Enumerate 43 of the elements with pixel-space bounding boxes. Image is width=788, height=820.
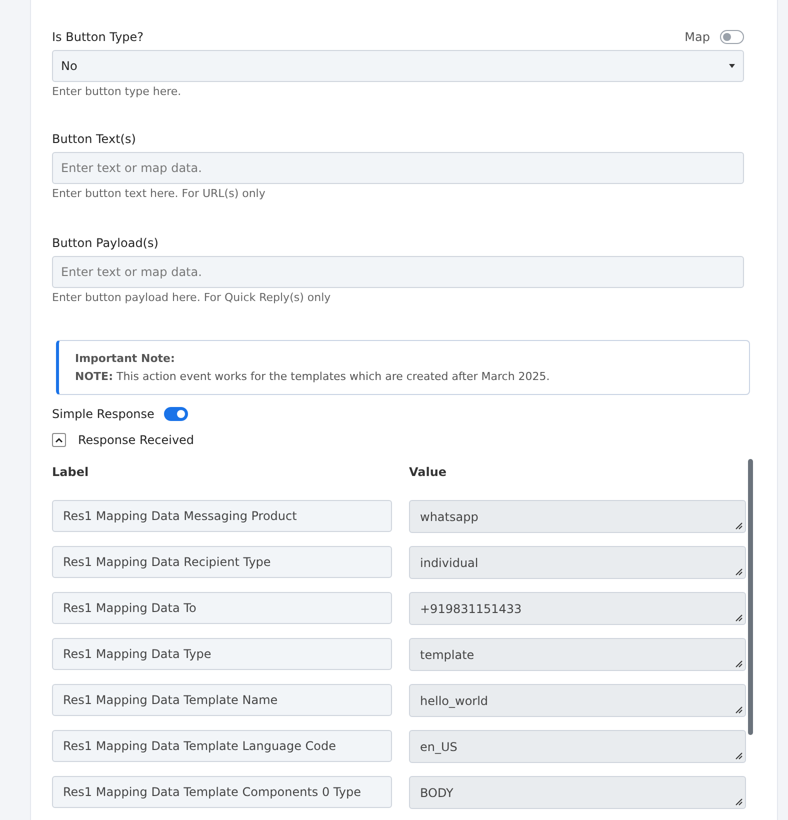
resize-grip-icon (735, 568, 743, 576)
label-cell: Res1 Mapping Data Template Language Code (52, 730, 392, 762)
simple-response-toggle[interactable] (164, 407, 188, 421)
resize-grip-icon (735, 798, 743, 806)
resize-grip-icon (735, 706, 743, 714)
simple-response-label: Simple Response (52, 407, 154, 421)
value-field[interactable]: en_US (409, 730, 746, 763)
resize-grip-icon (735, 660, 743, 668)
column-header: Label (52, 464, 90, 481)
value-field[interactable]: whatsapp (409, 500, 746, 533)
field-label: Button Payload(s) (52, 236, 158, 250)
note-title: Important Note: (75, 352, 176, 365)
resize-grip-icon (735, 614, 743, 622)
field-label: Button Text(s) (52, 132, 136, 146)
label-cell: Res1 Mapping Data Template Name (52, 684, 392, 716)
value-field[interactable]: individual (409, 546, 746, 579)
field-hint: Enter button type here. (52, 85, 182, 98)
map-toggle[interactable] (720, 30, 744, 44)
collapse-button[interactable] (52, 433, 66, 447)
map-label: Map (684, 30, 710, 44)
value-field[interactable]: template (409, 638, 746, 671)
button-type-select[interactable]: No (52, 50, 744, 82)
resize-grip-icon (735, 522, 743, 530)
section-title: Response Received (78, 433, 194, 447)
value-field[interactable]: +919831151433 (409, 592, 746, 625)
value-field[interactable]: BODY (409, 776, 746, 809)
label-cell: Res1 Mapping Data To (52, 592, 392, 624)
label-cell: Res1 Mapping Data Type (52, 638, 392, 670)
label-cell: Res1 Mapping Data Template Components 0 Type (52, 776, 392, 808)
label-cell: Res1 Mapping Data Messaging Product (52, 500, 392, 532)
chevron-up-icon (55, 437, 63, 443)
label-cell: Res1 Mapping Data Recipient Type (52, 546, 392, 578)
text-input[interactable]: Enter text or map data. (52, 256, 744, 288)
field-hint: Enter button text here. For URL(s) only (52, 187, 266, 200)
value-field[interactable]: hello_world (409, 684, 746, 717)
field-hint: Enter button payload here. For Quick Reply(s) only (52, 291, 332, 304)
resize-grip-icon (735, 752, 743, 760)
text-input[interactable]: Enter text or map data. (52, 152, 744, 184)
caret-icon (729, 64, 735, 68)
field-label: Is Button Type? (52, 30, 144, 44)
scrollbar[interactable] (748, 459, 753, 735)
note-text: NOTE: This action event works for the templates which are created after March 2025. (75, 370, 551, 383)
column-header: Value (409, 464, 448, 481)
